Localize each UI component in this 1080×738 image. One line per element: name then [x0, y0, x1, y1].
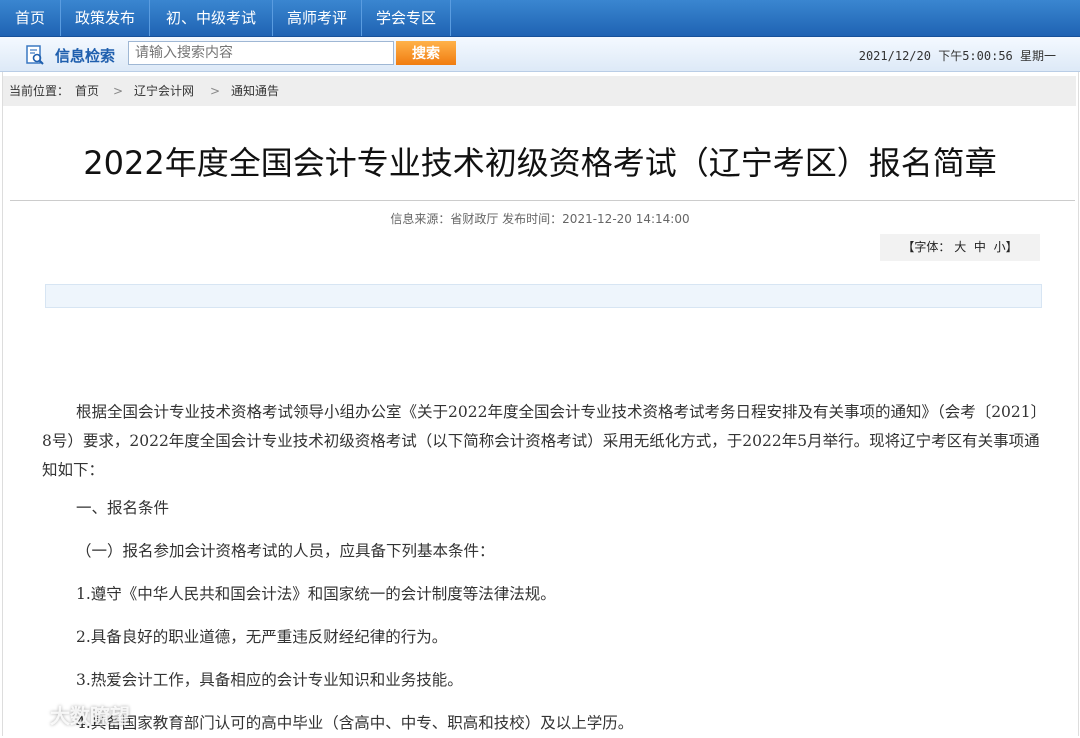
document-search-icon — [26, 45, 44, 65]
paragraph: （一）报名参加会计资格考试的人员，应具备下列基本条件： — [76, 542, 495, 560]
attachment-box — [45, 284, 1042, 308]
paragraph: 1.遵守《中华人民共和国会计法》和国家统一的会计制度等法律法规。 — [76, 585, 556, 603]
watermark-text: 大数瞭望 — [50, 704, 130, 728]
font-size-small[interactable]: 小 — [994, 240, 1006, 254]
breadcrumb: 当前位置： 首页 > 辽宁会计网 > 通知通告 — [3, 76, 1076, 106]
breadcrumb-home[interactable]: 首页 — [75, 76, 99, 106]
font-size-switcher: 【字体： 大 中 小】 — [880, 234, 1040, 261]
font-size-medium[interactable]: 中 — [974, 240, 986, 254]
breadcrumb-prefix: 当前位置： — [9, 84, 70, 98]
datetime: 2021/12/20 下午5:00:56 星期一 — [858, 49, 1056, 63]
paragraph: 4.具备国家教育部门认可的高中毕业（含高中、中专、职高和技校）及以上学历。 — [76, 714, 634, 732]
font-size-label: 【字体： — [902, 240, 951, 254]
nav-item-exam[interactable]: 初、中级考试 — [150, 0, 273, 36]
search-bar: 信息检索 搜索 2021/12/20 下午5:00:56 星期一 — [0, 37, 1080, 72]
paragraph: 2.具备良好的职业道德，无严重违反财经纪律的行为。 — [76, 628, 448, 646]
nav-item-senior[interactable]: 高师考评 — [273, 0, 362, 36]
breadcrumb-site[interactable]: 辽宁会计网 — [134, 76, 194, 106]
nav-item-home[interactable]: 首页 — [0, 0, 61, 36]
page-title: 2022年度全国会计专业技术初级资格考试（辽宁考区）报名简章 — [83, 144, 997, 182]
nav-item-society[interactable]: 学会专区 — [362, 0, 451, 36]
nav-item-policy[interactable]: 政策发布 — [61, 0, 150, 36]
font-size-close: 】 — [1005, 240, 1018, 254]
paragraph-intro: 根据全国会计专业技术资格考试领导小组办公室《关于2022年度全国会计专业技术资格… — [42, 403, 1047, 479]
breadcrumb-separator: > — [210, 84, 221, 98]
font-size-large[interactable]: 大 — [954, 240, 966, 254]
weibo-logo-icon — [9, 706, 46, 726]
paragraph-heading: 一、报名条件 — [76, 499, 170, 517]
article-meta: 信息来源：省财政厅 发布时间：2021-12-20 14:14:00 — [390, 212, 690, 226]
search-input[interactable] — [128, 41, 394, 65]
breadcrumb-separator: > — [113, 84, 124, 98]
search-title: 信息检索 — [55, 47, 116, 65]
paragraph: 3.热爱会计工作，具备相应的会计专业知识和业务技能。 — [76, 671, 463, 689]
search-button[interactable]: 搜索 — [396, 41, 456, 65]
top-nav: 首页 政策发布 初、中级考试 高师考评 学会专区 — [0, 0, 1080, 37]
breadcrumb-current[interactable]: 通知通告 — [231, 76, 279, 106]
title-divider — [10, 200, 1075, 201]
